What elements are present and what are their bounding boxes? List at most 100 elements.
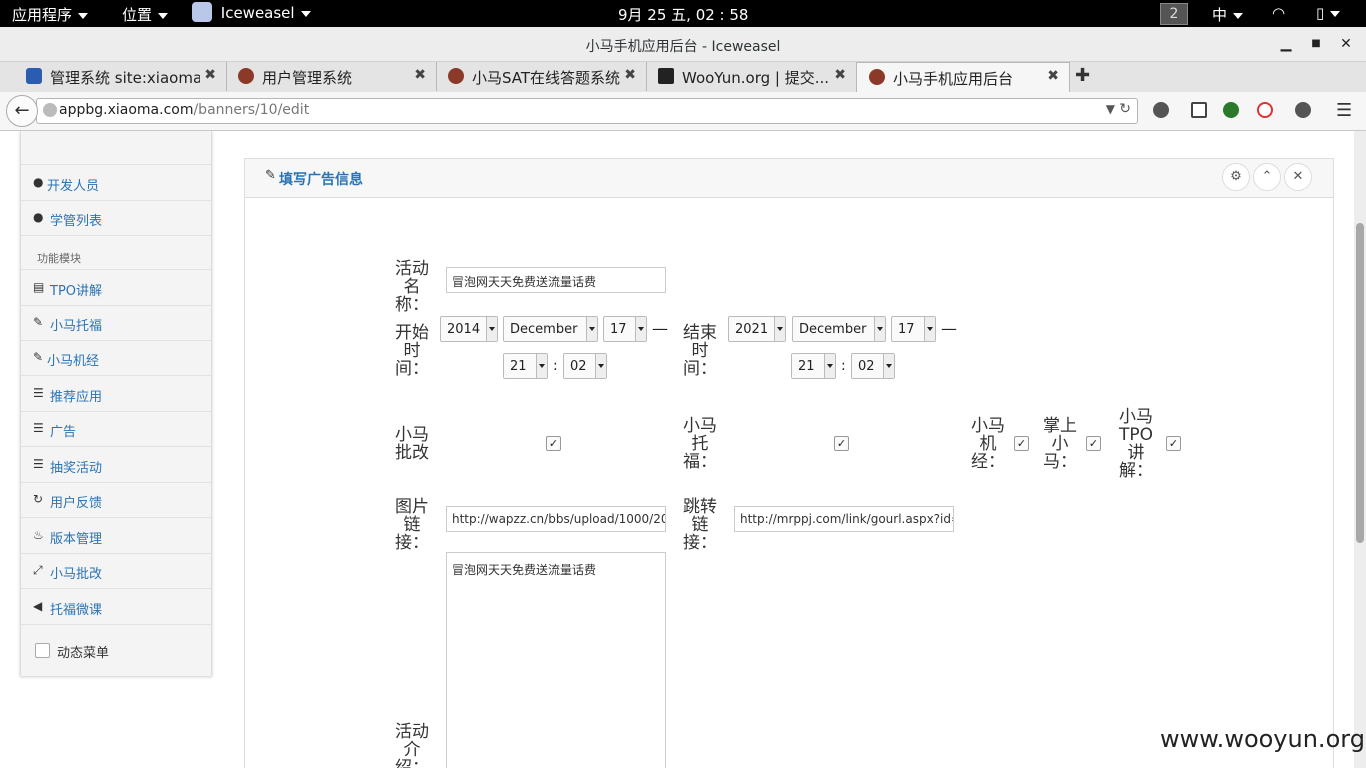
fullscreen-icon: ⤢ xyxy=(33,563,43,577)
sidebar-item-label: 用户反馈 xyxy=(50,496,103,511)
start-minute-select[interactable]: 02 xyxy=(563,353,607,379)
zhangshang-label: 掌上小马： xyxy=(1043,416,1077,472)
history-dropdown-icon[interactable]: ▼ xyxy=(1106,102,1115,116)
chevron-down-icon xyxy=(586,317,597,341)
edit-icon: ✎ xyxy=(265,168,276,183)
zhangshang-checkbox[interactable]: ✓ xyxy=(1086,436,1101,451)
settings-gear-icon[interactable] xyxy=(1295,102,1311,118)
sidebar-item-jijing[interactable]: ✎ 小马机经 xyxy=(21,340,211,376)
select-value: 2014 xyxy=(447,322,481,337)
paw-icon xyxy=(26,68,42,84)
battery-icon[interactable]: ▯ xyxy=(1316,4,1341,22)
list-icon: ☰ xyxy=(33,421,44,435)
activity-name-input[interactable]: 冒泡网天天免费送流量话费 xyxy=(446,267,666,293)
chevron-down-icon xyxy=(824,354,835,378)
jump-link-input[interactable]: http://mrppj.com/link/gourl.aspx?id=1 xyxy=(734,506,954,532)
page-scrollbar[interactable] xyxy=(1354,131,1366,768)
user-icon: ● xyxy=(33,175,44,189)
tab-sat-answering[interactable]: 小马SAT在线答题系统 ✖ xyxy=(436,62,647,91)
reader-icon[interactable] xyxy=(1191,102,1207,118)
places-menu[interactable]: 位置 xyxy=(122,4,169,25)
noscript-icon[interactable] xyxy=(1223,102,1239,118)
back-arrow-icon: ← xyxy=(14,100,30,121)
sidebar-item-recommended-apps[interactable]: ☰ 推荐应用 xyxy=(21,376,211,412)
back-button[interactable]: ← xyxy=(6,95,38,127)
maximize-icon[interactable]: ■ xyxy=(1306,34,1326,54)
tuofu-checkbox[interactable]: ✓ xyxy=(834,436,849,451)
browser-app-menu[interactable]: Iceweasel xyxy=(192,1,311,22)
select-value: December xyxy=(510,322,578,337)
widget-collapse-button[interactable]: ⌃ xyxy=(1253,163,1281,191)
sidebar-item-tpo[interactable]: ▤ TPO讲解 xyxy=(21,269,211,306)
sidebar-item-student-managers[interactable]: ● 学管列表 xyxy=(21,200,211,236)
tpo-checkbox[interactable]: ✓ xyxy=(1166,436,1181,451)
select-value: December xyxy=(799,322,867,337)
system-top-bar: 应用程序 位置 Iceweasel 9月 25 五, 02 : 58 2 中 ◠… xyxy=(0,0,1366,27)
activity-intro-textarea[interactable]: 冒泡网天天免费送流量话费 xyxy=(446,552,666,768)
jijing-checkbox[interactable]: ✓ xyxy=(1014,436,1029,451)
start-month-select[interactable]: December xyxy=(503,316,598,342)
start-year-select[interactable]: 2014 xyxy=(440,316,498,342)
end-minute-select[interactable]: 02 xyxy=(851,353,895,379)
applications-label: 应用程序 xyxy=(12,6,73,24)
tab-xiaoma-backend[interactable]: 小马手机应用后台 ✖ xyxy=(856,62,1070,93)
image-link-input[interactable]: http://wapzz.cn/bbs/upload/1000/2014 xyxy=(446,506,666,532)
sidebar-item-toefl[interactable]: ✎ 小马托福 xyxy=(21,305,211,341)
sidebar-item-label: 小马托福 xyxy=(50,319,103,334)
window-titlebar: 小马手机应用后台 - Iceweasel ▁ ■ ✕ xyxy=(0,27,1366,62)
sidebar-item-pigai[interactable]: ⤢ 小马批改 xyxy=(21,553,211,589)
dynamic-menu-checkbox[interactable] xyxy=(35,643,50,658)
sidebar-item-versions[interactable]: ♨ 版本管理 xyxy=(21,518,211,554)
sidebar-item-ads[interactable]: ☰ 广告 xyxy=(21,411,211,447)
wifi-icon[interactable]: ◠ xyxy=(1272,4,1285,22)
url-bar[interactable]: appbg.xiaoma.com/banners/10/edit ▼ ↻ xyxy=(36,98,1138,124)
minimize-icon[interactable]: ▁ xyxy=(1276,34,1296,54)
close-tab-icon[interactable]: ✖ xyxy=(204,67,216,83)
reload-icon[interactable]: ↻ xyxy=(1119,101,1131,117)
widget-close-button[interactable]: ✕ xyxy=(1284,163,1312,191)
sidebar-item-lottery[interactable]: ☰ 抽奖活动 xyxy=(21,447,211,483)
tab-label: 小马手机应用后台 xyxy=(893,70,1014,88)
url-text: appbg.xiaoma.com/banners/10/edit xyxy=(59,102,309,118)
start-hour-select[interactable]: 21 xyxy=(503,353,548,379)
widget-settings-button[interactable]: ⚙ xyxy=(1222,163,1250,191)
scrollbar-thumb[interactable] xyxy=(1356,223,1364,543)
close-tab-icon[interactable]: ✖ xyxy=(414,67,426,83)
end-year-select[interactable]: 2021 xyxy=(728,316,786,342)
sidebar-item-feedback[interactable]: ↻ 用户反馈 xyxy=(21,482,211,518)
close-tab-icon[interactable]: ✖ xyxy=(624,67,636,83)
input-method-menu[interactable]: 中 xyxy=(1212,4,1244,25)
tab-user-management[interactable]: 用户管理系统 ✖ xyxy=(226,62,437,91)
sidebar-item-partial[interactable]: ​ xyxy=(21,131,211,165)
widget-title: 填写广告信息 xyxy=(279,172,363,188)
end-hour-select[interactable]: 21 xyxy=(791,353,836,379)
site-favicon-icon xyxy=(238,68,254,84)
new-tab-icon[interactable]: ✚ xyxy=(1075,65,1090,86)
clock[interactable]: 9月 25 五, 02 : 58 xyxy=(618,4,748,25)
workspace-indicator[interactable]: 2 xyxy=(1160,3,1188,25)
sidebar-item-label: 版本管理 xyxy=(50,532,103,547)
start-day-select[interactable]: 17 xyxy=(603,316,647,342)
addon-icon[interactable] xyxy=(1153,102,1169,118)
tab-label: 管理系统 site:xiaoma... xyxy=(50,69,200,87)
chevron-down-icon xyxy=(1330,10,1341,17)
url-path: /banners/10/edit xyxy=(193,102,310,118)
end-month-select[interactable]: December xyxy=(792,316,886,342)
sidebar-item-label: 抽奖活动 xyxy=(50,461,103,476)
extension-icon[interactable] xyxy=(1257,102,1273,118)
tuofu-label: 小马托福： xyxy=(683,416,717,472)
hamburger-menu-icon[interactable]: ☰ xyxy=(1336,100,1352,121)
url-host: appbg.xiaoma.com xyxy=(59,102,194,118)
sidebar-item-developers[interactable]: ● 开发人员 xyxy=(21,165,211,201)
sidebar-item-microlesson[interactable]: ◀ 托福微课 xyxy=(21,589,211,625)
end-day-select[interactable]: 17 xyxy=(891,316,936,342)
start-dash: — xyxy=(652,319,668,338)
close-window-icon[interactable]: ✕ xyxy=(1336,34,1356,54)
close-tab-icon[interactable]: ✖ xyxy=(834,67,846,83)
pigai-checkbox[interactable]: ✓ xyxy=(546,436,561,451)
applications-menu[interactable]: 应用程序 xyxy=(12,4,89,25)
close-tab-icon[interactable]: ✖ xyxy=(1047,68,1059,84)
tab-admin-search[interactable]: 管理系统 site:xiaoma... ✖ xyxy=(14,62,227,91)
tab-wooyun[interactable]: WooYun.org | 提交... ✖ xyxy=(646,62,857,91)
image-link-label: 图片链接： xyxy=(395,497,429,553)
